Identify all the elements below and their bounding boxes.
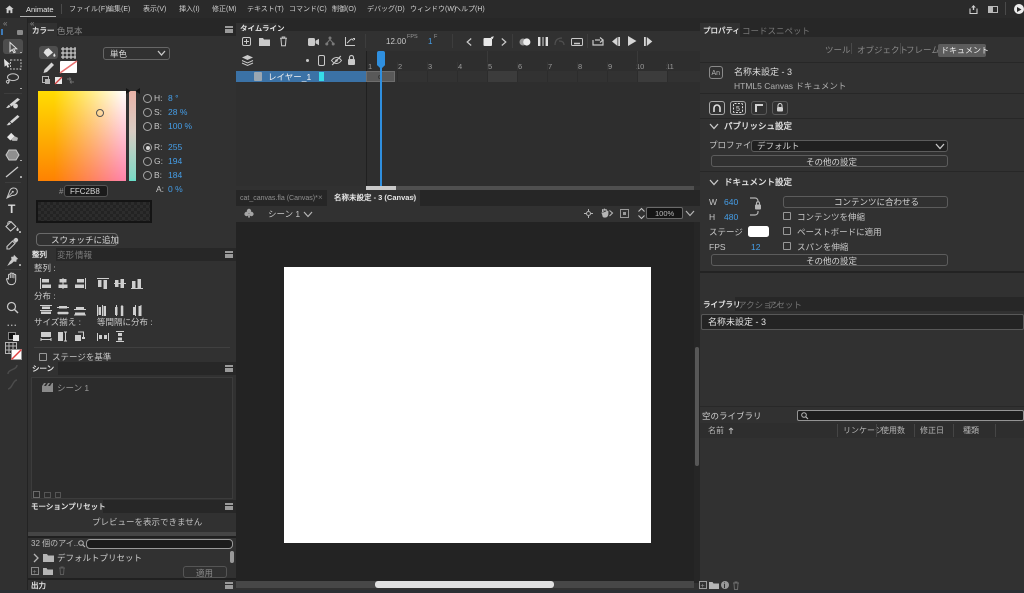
svg-text:5: 5 — [736, 106, 740, 113]
